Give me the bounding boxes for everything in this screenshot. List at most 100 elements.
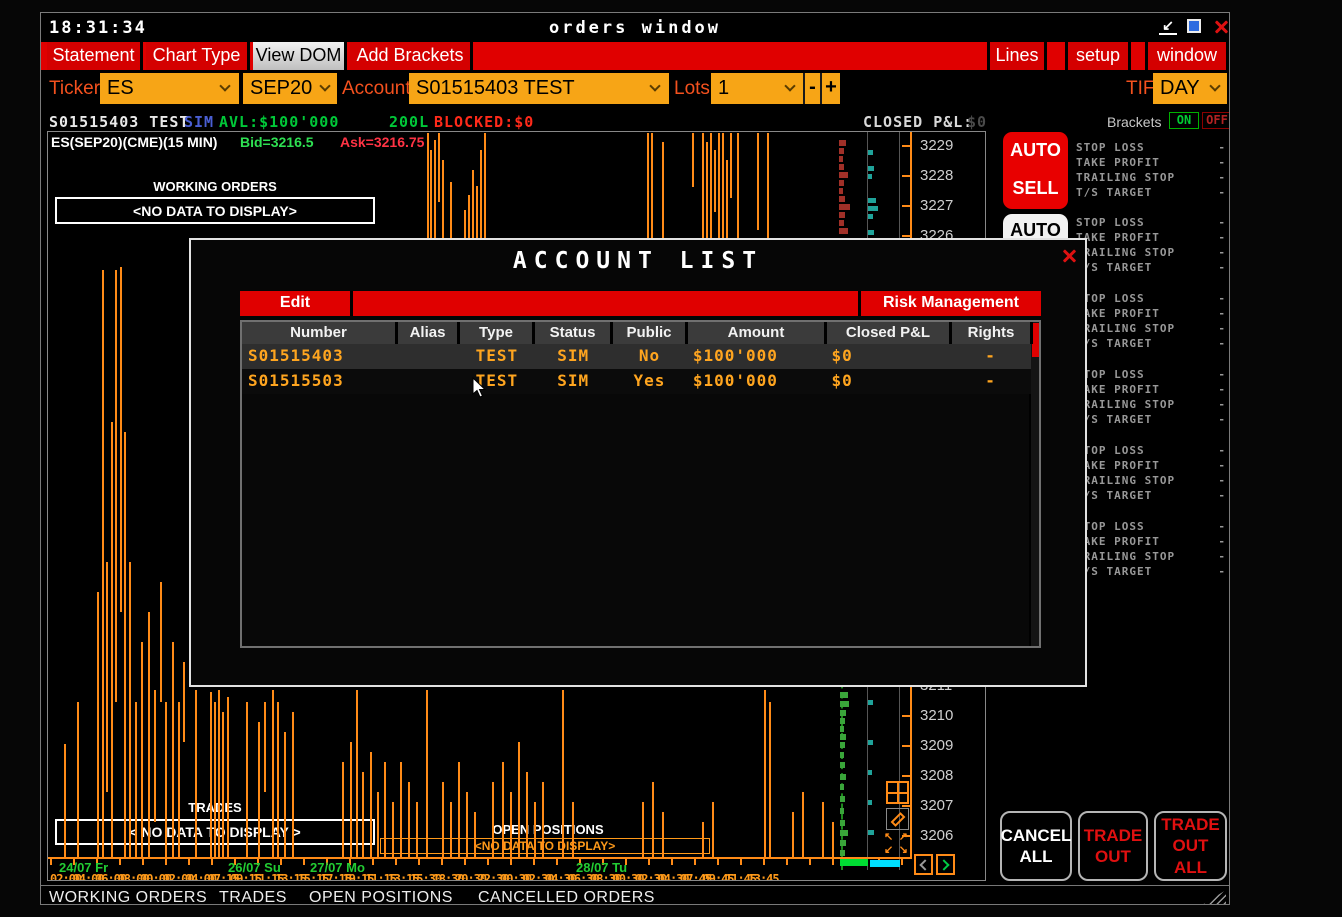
menu-item-view-dom[interactable]: View DOM [253, 42, 347, 70]
bracket-value[interactable]: - [1218, 307, 1226, 320]
grid-layout-icon[interactable] [886, 781, 909, 804]
screen: 18:31:34 orders window ↙ StatementChart … [0, 0, 1342, 917]
bracket-value[interactable]: - [1218, 474, 1226, 487]
volume-spike [710, 133, 712, 239]
expiry-select[interactable]: SEP20 [243, 73, 337, 104]
time-tick [809, 859, 811, 865]
menu-item-window[interactable]: window [1145, 42, 1229, 70]
bracket-value[interactable]: - [1218, 156, 1226, 169]
menu-item-setup[interactable]: setup [1065, 42, 1131, 70]
bracket-value[interactable]: - [1218, 337, 1226, 350]
bracket-value[interactable]: - [1218, 246, 1226, 259]
minimize-icon[interactable]: ↙ [1159, 17, 1177, 35]
column-header-public[interactable]: Public [613, 322, 688, 344]
menu-item-statement[interactable]: Statement [47, 42, 143, 70]
scroll-right-icon[interactable] [936, 854, 955, 875]
trade-out-button[interactable]: TRADE OUT [1078, 811, 1148, 881]
pencil-icon[interactable] [886, 808, 909, 830]
bracket-value[interactable]: - [1218, 261, 1226, 274]
account-select[interactable]: S01515403 TEST [409, 73, 669, 104]
menu-item-lines[interactable]: Lines [987, 42, 1047, 70]
expand-arrows-icon[interactable]: ↖↗ ↙↘ [884, 832, 908, 854]
bracket-row: TAKE PROFIT- [1076, 459, 1226, 474]
bracket-value[interactable]: - [1218, 535, 1226, 548]
maximize-icon[interactable] [1187, 19, 1201, 33]
cell-rights: - [950, 369, 1031, 394]
ticker-select[interactable]: ES [100, 73, 239, 104]
bracket-value[interactable]: - [1218, 398, 1226, 411]
bracket-value[interactable]: - [1218, 550, 1226, 563]
volume-spike [350, 742, 352, 857]
risk-management-button[interactable]: Risk Management [861, 291, 1041, 316]
info-mode: SIM [184, 113, 214, 131]
tif-select[interactable]: DAY [1153, 73, 1227, 104]
volume-spike [64, 744, 66, 857]
menu-item-chart-type[interactable]: Chart Type [146, 42, 250, 70]
dialog-close-icon[interactable] [1061, 248, 1077, 264]
brackets-on-button[interactable]: ON [1169, 112, 1199, 129]
bracket-value[interactable]: - [1218, 520, 1226, 533]
bracket-row: TAKE PROFIT- [1076, 535, 1226, 550]
auto-sell-button[interactable]: AUTO SELL [1003, 132, 1068, 209]
column-header-amount[interactable]: Amount [688, 322, 827, 344]
volume-spike [572, 802, 574, 857]
bracket-value[interactable]: - [1218, 444, 1226, 457]
bracket-value[interactable]: - [1218, 322, 1226, 335]
column-header-status[interactable]: Status [535, 322, 613, 344]
price-tick [902, 805, 910, 807]
trade-depth-bar [840, 734, 846, 740]
column-header-alias[interactable]: Alias [398, 322, 460, 344]
close-icon[interactable] [1213, 19, 1229, 35]
price-label: 3227 [920, 197, 953, 214]
price-tick [902, 715, 910, 717]
bracket-value[interactable]: - [1218, 383, 1226, 396]
status-tab-open-positions[interactable]: OPEN POSITIONS [309, 889, 453, 905]
status-tab-cancelled-orders[interactable]: CANCELLED ORDERS [478, 889, 655, 905]
lots-label: Lots [674, 78, 710, 100]
menu-item-add-brackets[interactable]: Add Brackets [350, 42, 473, 70]
scrollbar-thumb[interactable] [1032, 323, 1039, 357]
bracket-row: STOP LOSS- [1076, 141, 1226, 156]
bracket-value[interactable]: - [1218, 231, 1226, 244]
volume-spike [769, 702, 771, 857]
auto-buy-label: AUTO [1010, 220, 1061, 240]
bracket-row: TRAILING STOP- [1076, 246, 1226, 261]
bracket-value[interactable]: - [1218, 368, 1226, 381]
bracket-row: T/S TARGET- [1076, 261, 1226, 276]
lots-select[interactable]: 1 [711, 73, 803, 104]
chevron-down-icon [319, 80, 330, 91]
lots-decrement-button[interactable]: - [803, 73, 820, 104]
bracket-value[interactable]: - [1218, 292, 1226, 305]
account-row[interactable]: S01515503TESTSIMYes$100'000$0- [242, 369, 1031, 394]
column-header-closed-p-l[interactable]: Closed P&L [827, 322, 952, 344]
account-row[interactable]: S01515403TESTSIMNo$100'000$0- [242, 344, 1031, 369]
status-tab-working-orders[interactable]: WORKING ORDERS [49, 889, 207, 905]
bracket-value[interactable]: - [1218, 186, 1226, 199]
column-header-rights[interactable]: Rights [952, 322, 1033, 344]
volume-spike [458, 762, 460, 857]
lots-increment-button[interactable]: + [820, 73, 840, 104]
volume-spike [392, 802, 394, 857]
volume-spike [370, 752, 372, 857]
trade-depth-bar [868, 830, 874, 835]
bracket-value[interactable]: - [1218, 141, 1226, 154]
scroll-left-icon[interactable] [914, 854, 933, 875]
resize-grip-icon[interactable] [1202, 890, 1226, 905]
bracket-value[interactable]: - [1218, 565, 1226, 578]
column-header-number[interactable]: Number [242, 322, 398, 344]
edit-button[interactable]: Edit [240, 291, 350, 316]
trade-out-all-button[interactable]: TRADE OUT ALL [1154, 811, 1227, 881]
cell-rights: - [950, 344, 1031, 369]
bracket-value[interactable]: - [1218, 413, 1226, 426]
price-label: 3209 [920, 737, 953, 754]
volume-spike [111, 422, 113, 857]
bracket-value[interactable]: - [1218, 171, 1226, 184]
bracket-value[interactable]: - [1218, 216, 1226, 229]
cancel-all-button[interactable]: CANCEL ALL [1000, 811, 1072, 881]
brackets-off-button[interactable]: OFF [1202, 112, 1230, 129]
ask-depth-bar [839, 204, 850, 210]
status-tab-trades[interactable]: TRADES [219, 889, 287, 905]
bracket-value[interactable]: - [1218, 459, 1226, 472]
bracket-value[interactable]: - [1218, 489, 1226, 502]
column-header-type[interactable]: Type [460, 322, 535, 344]
